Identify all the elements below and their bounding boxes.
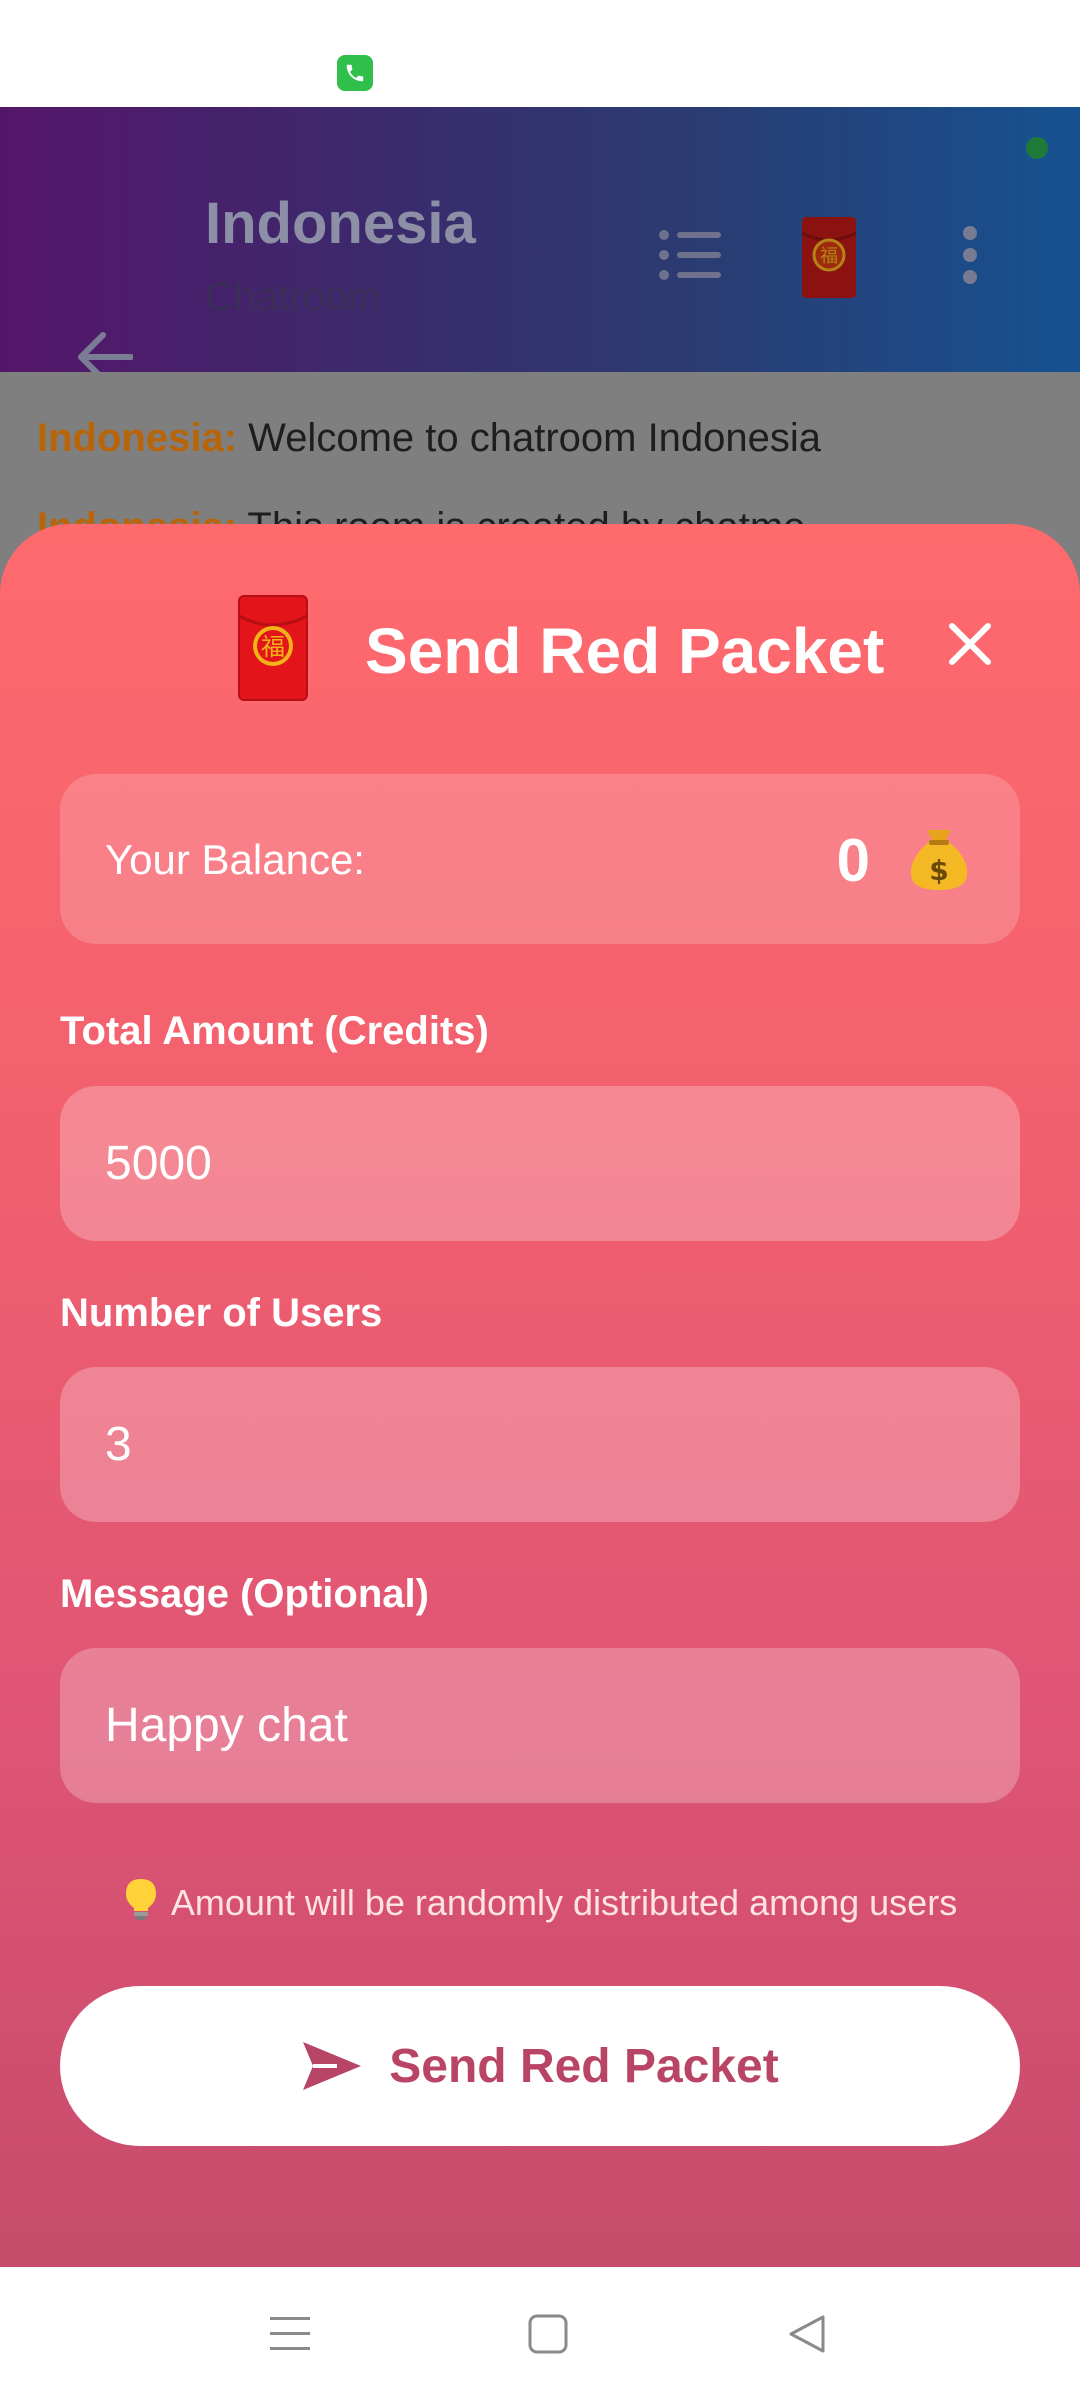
number-of-users-label: Number of Users [60,1291,383,1335]
online-status-indicator [1026,137,1048,159]
status-bar [0,0,1080,107]
svg-text:福: 福 [820,246,838,267]
red-packet-icon[interactable]: 福 [800,215,858,300]
system-nav-bar [0,2267,1080,2400]
balance-value: 0 [836,827,870,894]
envelope-glyph: 福 [261,633,285,661]
distribution-hint: Amount will be randomly distributed amon… [0,1877,1080,1924]
send-button-label: Send Red Packet [389,2039,779,2093]
send-red-packet-button[interactable]: Send Red Packet [60,1986,1020,2146]
menu-nav-icon[interactable] [255,2299,325,2369]
chat-text: Welcome to chatroom Indonesia [248,416,822,460]
home-nav-icon[interactable] [513,2299,583,2369]
balance-label: Your Balance: [105,836,365,883]
page-title: Indonesia [205,191,476,256]
total-amount-label: Total Amount (Credits) [60,1009,489,1053]
message-input[interactable] [60,1648,1020,1803]
total-amount-input[interactable] [60,1086,1020,1241]
svg-text:$: $ [929,854,948,887]
page-subtitle: Chatroom [205,275,381,319]
list-icon[interactable] [655,225,725,285]
hint-text: Amount will be randomly distributed amon… [170,1882,958,1923]
chat-sender: Indonesia: [37,416,238,460]
message-label: Message (Optional) [60,1572,429,1616]
close-icon[interactable] [940,614,1000,674]
money-bag-icon: $ [903,822,975,894]
back-nav-icon[interactable] [772,2299,842,2369]
number-of-users-input[interactable] [60,1367,1020,1522]
app-header [0,107,1080,382]
red-packet-sheet: 福 Send Red Packet Your Balance: 0 $ Tota… [0,524,1080,2267]
screen: Indonesia Chatroom 福 Indonesia: Welcome … [0,0,1080,2400]
red-envelope-icon: 福 [237,594,309,702]
balance-card: Your Balance: 0 $ [60,774,1020,944]
sheet-header: 福 Send Red Packet [0,594,1080,714]
send-icon [303,2042,362,2090]
chat-message: Indonesia: Welcome to chatroom Indonesia [37,416,821,461]
sheet-title: Send Red Packet [365,615,885,687]
phone-call-icon[interactable] [337,55,373,91]
more-options-icon[interactable] [950,220,990,290]
lightbulb-icon [123,1877,159,1921]
